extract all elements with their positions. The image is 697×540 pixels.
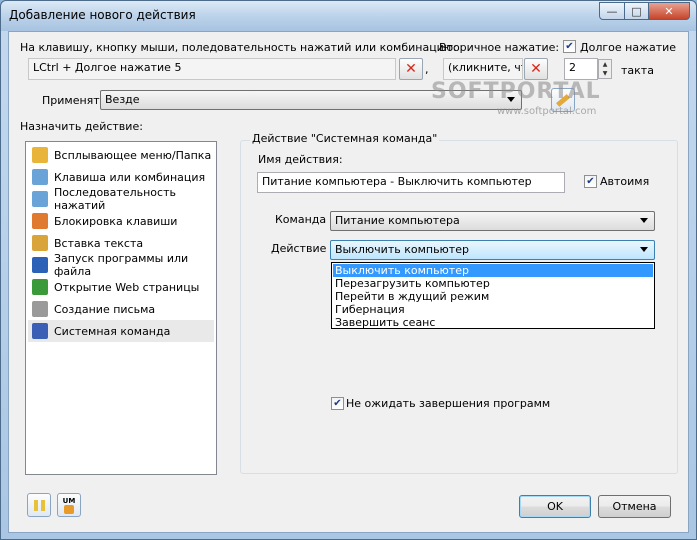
- long-press-checkbox[interactable]: ✔: [563, 40, 576, 53]
- clear-hotkey-button[interactable]: ✕: [399, 58, 423, 80]
- maximize-button[interactable]: □: [624, 2, 649, 20]
- action-type-label: Всплывающее меню/Папка: [54, 148, 212, 162]
- action-select[interactable]: Выключить компьютер: [330, 240, 655, 260]
- title-bar[interactable]: Добавление нового действия — □ ✕: [1, 1, 696, 31]
- action-name-input[interactable]: Питание компьютера - Выключить компьютер: [257, 172, 565, 193]
- um-badge: UM: [62, 496, 76, 505]
- action-type-item[interactable]: Клавиша или комбинация: [28, 166, 214, 188]
- minimize-button[interactable]: —: [599, 2, 625, 20]
- pause-button[interactable]: [27, 493, 51, 517]
- action-option[interactable]: Перейти в ждущий режим: [333, 290, 653, 303]
- autoname-label: Автоимя: [600, 175, 650, 188]
- action-option[interactable]: Гибернация: [333, 303, 653, 316]
- action-label: Действие: [271, 242, 327, 255]
- autoname-checkbox[interactable]: ✔: [584, 175, 597, 188]
- command-select[interactable]: Питание компьютера: [330, 211, 655, 231]
- action-dropdown-list[interactable]: Выключить компьютер Перезагрузить компьют…: [331, 262, 655, 329]
- action-type-label: Вставка текста: [54, 236, 144, 250]
- close-button[interactable]: ✕: [648, 2, 690, 20]
- checkmark-icon: ✔: [333, 397, 342, 409]
- action-type-label: Запуск программы или файла: [54, 252, 189, 278]
- ticks-input[interactable]: 2: [564, 58, 598, 80]
- action-option[interactable]: Завершить сеанс: [333, 316, 653, 329]
- checkmark-icon: ✔: [586, 175, 595, 187]
- chevron-down-icon: [640, 218, 648, 223]
- ticks-spinner[interactable]: ▲ ▼: [598, 59, 612, 79]
- group-title: Действие "Системная команда": [250, 132, 440, 145]
- action-type-list[interactable]: Всплывающее меню/Папка Клавиша или комбин…: [25, 141, 217, 475]
- clear-secondary-button[interactable]: ✕: [524, 58, 548, 80]
- watermark-logo: SOFTPORTAL: [431, 79, 601, 104]
- action-type-label: Клавиша или комбинация: [54, 170, 206, 184]
- run-program-icon: [32, 257, 48, 273]
- action-value: Выключить компьютер: [335, 243, 469, 256]
- system-command-icon: [32, 323, 48, 339]
- um-button[interactable]: UM: [57, 493, 81, 517]
- action-type-label: Блокировка клавиши: [54, 214, 178, 228]
- secondary-press-input[interactable]: (кликните, что: [443, 58, 523, 80]
- action-option[interactable]: Перезагрузить компьютер: [333, 277, 653, 290]
- ticks-label: такта: [621, 64, 654, 77]
- action-type-item[interactable]: Всплывающее меню/Папка: [28, 144, 214, 166]
- action-type-item[interactable]: Последовательность нажатий: [28, 186, 214, 212]
- apply-scope-value: Везде: [105, 93, 140, 106]
- hotkey-input[interactable]: LCtrl + Долгое нажатие 5: [28, 58, 396, 80]
- pause-icon: [33, 499, 45, 511]
- folder-menu-icon: [32, 147, 48, 163]
- paste-text-icon: [32, 235, 48, 251]
- watermark-url: www.softportal.com: [497, 106, 597, 117]
- dialog-window: Добавление нового действия — □ ✕ На клав…: [0, 0, 697, 540]
- nowait-checkbox[interactable]: ✔: [331, 397, 344, 410]
- lock-key-icon: [32, 213, 48, 229]
- spin-up-icon[interactable]: ▲: [603, 61, 608, 68]
- um-logo-icon: [64, 504, 74, 514]
- separator-comma: ,: [425, 63, 429, 76]
- nowait-label: Не ожидать завершения программ: [346, 397, 551, 410]
- chevron-down-icon: [640, 247, 648, 252]
- mail-icon: [32, 301, 48, 317]
- action-type-label: Системная команда: [54, 324, 171, 338]
- clear-x-icon: ✕: [530, 61, 542, 77]
- action-type-item[interactable]: Блокировка клавиши: [28, 210, 214, 232]
- action-type-item[interactable]: Системная команда: [28, 320, 214, 342]
- key-icon: [32, 169, 48, 185]
- window-title: Добавление нового действия: [9, 8, 196, 22]
- ok-button[interactable]: OK: [519, 495, 591, 518]
- action-option[interactable]: Выключить компьютер: [333, 264, 653, 277]
- action-type-label: Открытие Web страницы: [54, 280, 200, 294]
- action-type-item[interactable]: Открытие Web страницы: [28, 276, 214, 298]
- long-press-label: Долгое нажатие: [580, 41, 677, 54]
- secondary-press-label: Вторичное нажатие:: [439, 41, 560, 54]
- command-value: Питание компьютера: [335, 214, 460, 227]
- action-type-label: Последовательность нажатий: [54, 186, 176, 212]
- action-type-label: Создание письма: [54, 302, 156, 316]
- clear-x-icon: ✕: [405, 61, 417, 77]
- hotkey-label: На клавишу, кнопку мыши, поледовательнос…: [20, 41, 457, 54]
- spin-down-icon[interactable]: ▼: [603, 70, 608, 77]
- action-type-item[interactable]: Вставка текста: [28, 232, 214, 254]
- assign-action-label: Назначить действие:: [20, 120, 143, 133]
- checkmark-icon: ✔: [565, 40, 574, 52]
- dialog-client-area: На клавишу, кнопку мыши, поледовательнос…: [8, 31, 689, 533]
- cancel-button[interactable]: Отмена: [598, 495, 671, 518]
- command-label: Команда: [275, 213, 327, 226]
- apply-label: Применять: [42, 94, 107, 107]
- action-name-label: Имя действия:: [258, 153, 343, 166]
- action-type-item[interactable]: Создание письма: [28, 298, 214, 320]
- action-type-item[interactable]: Запуск программы или файла: [28, 252, 214, 278]
- web-page-icon: [32, 279, 48, 295]
- keys-sequence-icon: [32, 191, 48, 207]
